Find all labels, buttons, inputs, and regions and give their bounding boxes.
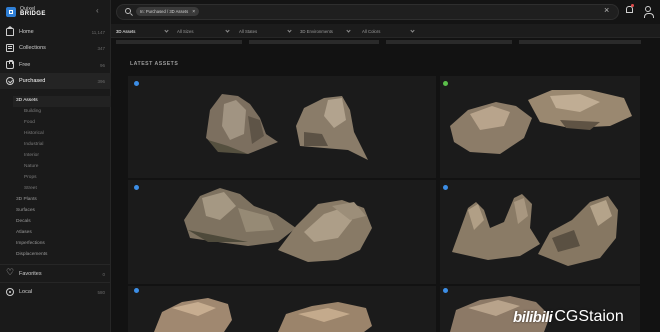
asset-card[interactable] [128, 180, 436, 284]
subitem-industrial[interactable]: Industrial [24, 140, 43, 150]
asset-card[interactable] [128, 286, 436, 332]
filter-states[interactable]: All States [239, 24, 292, 38]
sidebar-item-label: Free [19, 62, 31, 68]
watermark-text: CGStaion [554, 308, 624, 325]
bridge-logo-icon [6, 7, 16, 17]
free-icon [6, 60, 14, 69]
sidebar-item-label: Collections [19, 45, 46, 51]
asset-thumbnail-rock [452, 194, 618, 266]
sidebar: Quixel BRIDGE ‹ Home 11,147 Collections … [0, 0, 111, 332]
search-icon [125, 8, 131, 14]
filter-label: All States [239, 28, 258, 34]
subitem-food[interactable]: Food [24, 118, 35, 128]
sidebar-divider [0, 282, 111, 283]
search-scope-label: In: Purchased / 3D Assets [140, 9, 189, 14]
previous-row-card[interactable] [116, 40, 242, 44]
search-scope-chip[interactable]: In: Purchased / 3D Assets × [136, 7, 200, 16]
subitem-imperfections[interactable]: Imperfections [16, 239, 45, 249]
local-icon [6, 288, 14, 296]
sidebar-item-home[interactable]: Home 11,147 [0, 24, 111, 40]
filter-colors[interactable]: All Colors [362, 24, 415, 38]
subitem-decals[interactable]: Decals [16, 217, 31, 227]
subitem-3d-assets[interactable]: 3D Assets [16, 96, 38, 106]
bridge-logo[interactable]: Quixel BRIDGE [6, 5, 46, 19]
previous-row-card[interactable] [249, 40, 379, 44]
sidebar-item-count: 11,147 [91, 29, 105, 35]
bilibili-watermark: bilibili CGStaion [513, 305, 624, 329]
clear-search-icon[interactable]: × [604, 5, 609, 15]
user-account-icon[interactable] [644, 6, 654, 18]
subitem-street[interactable]: Street [24, 184, 37, 194]
asset-thumbnail-rock [184, 188, 372, 262]
filter-environments[interactable]: 3D Environments [300, 24, 351, 38]
heart-icon [6, 267, 14, 278]
logo-line-2: BRIDGE [20, 11, 46, 17]
subitem-atlases[interactable]: Atlases [16, 228, 32, 238]
previous-row-card[interactable] [386, 40, 512, 44]
collections-icon [6, 44, 14, 52]
section-title-latest-assets: LATEST ASSETS [130, 61, 179, 67]
chip-close-icon[interactable]: × [192, 9, 195, 15]
sidebar-item-count: 347 [97, 45, 105, 51]
notifications-bell-icon[interactable] [626, 6, 633, 13]
subitem-historical[interactable]: Historical [24, 129, 44, 139]
filter-sizes[interactable]: All Sizes [177, 24, 230, 38]
purchased-icon [6, 77, 14, 85]
asset-thumbnail-rock [206, 94, 368, 160]
subitem-building[interactable]: Building [24, 107, 41, 117]
subitem-displacements[interactable]: Displacements [16, 250, 47, 260]
notification-dot [631, 4, 634, 7]
sidebar-item-count: 396 [97, 78, 105, 84]
subitem-3d-plants[interactable]: 3D Plants [16, 195, 37, 205]
filter-asset-type[interactable]: 3D Assets [116, 24, 169, 38]
filter-label: All Sizes [177, 28, 194, 34]
sidebar-item-label: Home [19, 29, 34, 35]
chevron-down-icon [225, 28, 230, 33]
sidebar-item-count: 580 [97, 289, 105, 295]
home-icon [6, 26, 14, 36]
sidebar-item-favorites[interactable]: Favorites 0 [0, 266, 111, 282]
chevron-down-icon [164, 28, 169, 33]
subitem-props[interactable]: Props [24, 173, 37, 183]
sidebar-item-local[interactable]: Local 580 [0, 284, 111, 300]
bilibili-logo: bilibili [513, 308, 553, 326]
subitem-surfaces[interactable]: Surfaces [16, 206, 35, 216]
collapse-sidebar-icon[interactable]: ‹ [96, 6, 99, 15]
filter-label: All Colors [362, 28, 381, 34]
filter-label: 3D Environments [300, 28, 333, 34]
subitem-nature[interactable]: Nature [24, 162, 38, 172]
sidebar-item-label: Local [19, 289, 33, 295]
asset-card[interactable] [128, 76, 436, 178]
sidebar-divider [0, 264, 111, 265]
chevron-down-icon [346, 28, 351, 33]
chevron-down-icon [410, 28, 415, 33]
sidebar-item-label: Favorites [19, 271, 42, 277]
filter-label: 3D Assets [116, 28, 136, 34]
asset-thumbnail-rock [154, 298, 372, 332]
asset-thumbnail-rock [450, 90, 632, 154]
previous-row-card[interactable] [519, 40, 641, 44]
sidebar-item-count: 0 [102, 271, 105, 277]
asset-card[interactable] [440, 76, 640, 178]
sidebar-item-free[interactable]: Free 96 [0, 57, 111, 73]
chevron-down-icon [287, 28, 292, 33]
sidebar-item-label: Purchased [19, 78, 46, 84]
sidebar-item-collections[interactable]: Collections 347 [0, 40, 111, 56]
sidebar-item-count: 96 [99, 62, 105, 68]
sidebar-item-purchased[interactable]: Purchased 396 [0, 73, 111, 89]
subitem-interior[interactable]: Interior [24, 151, 39, 161]
asset-card[interactable] [440, 180, 640, 284]
